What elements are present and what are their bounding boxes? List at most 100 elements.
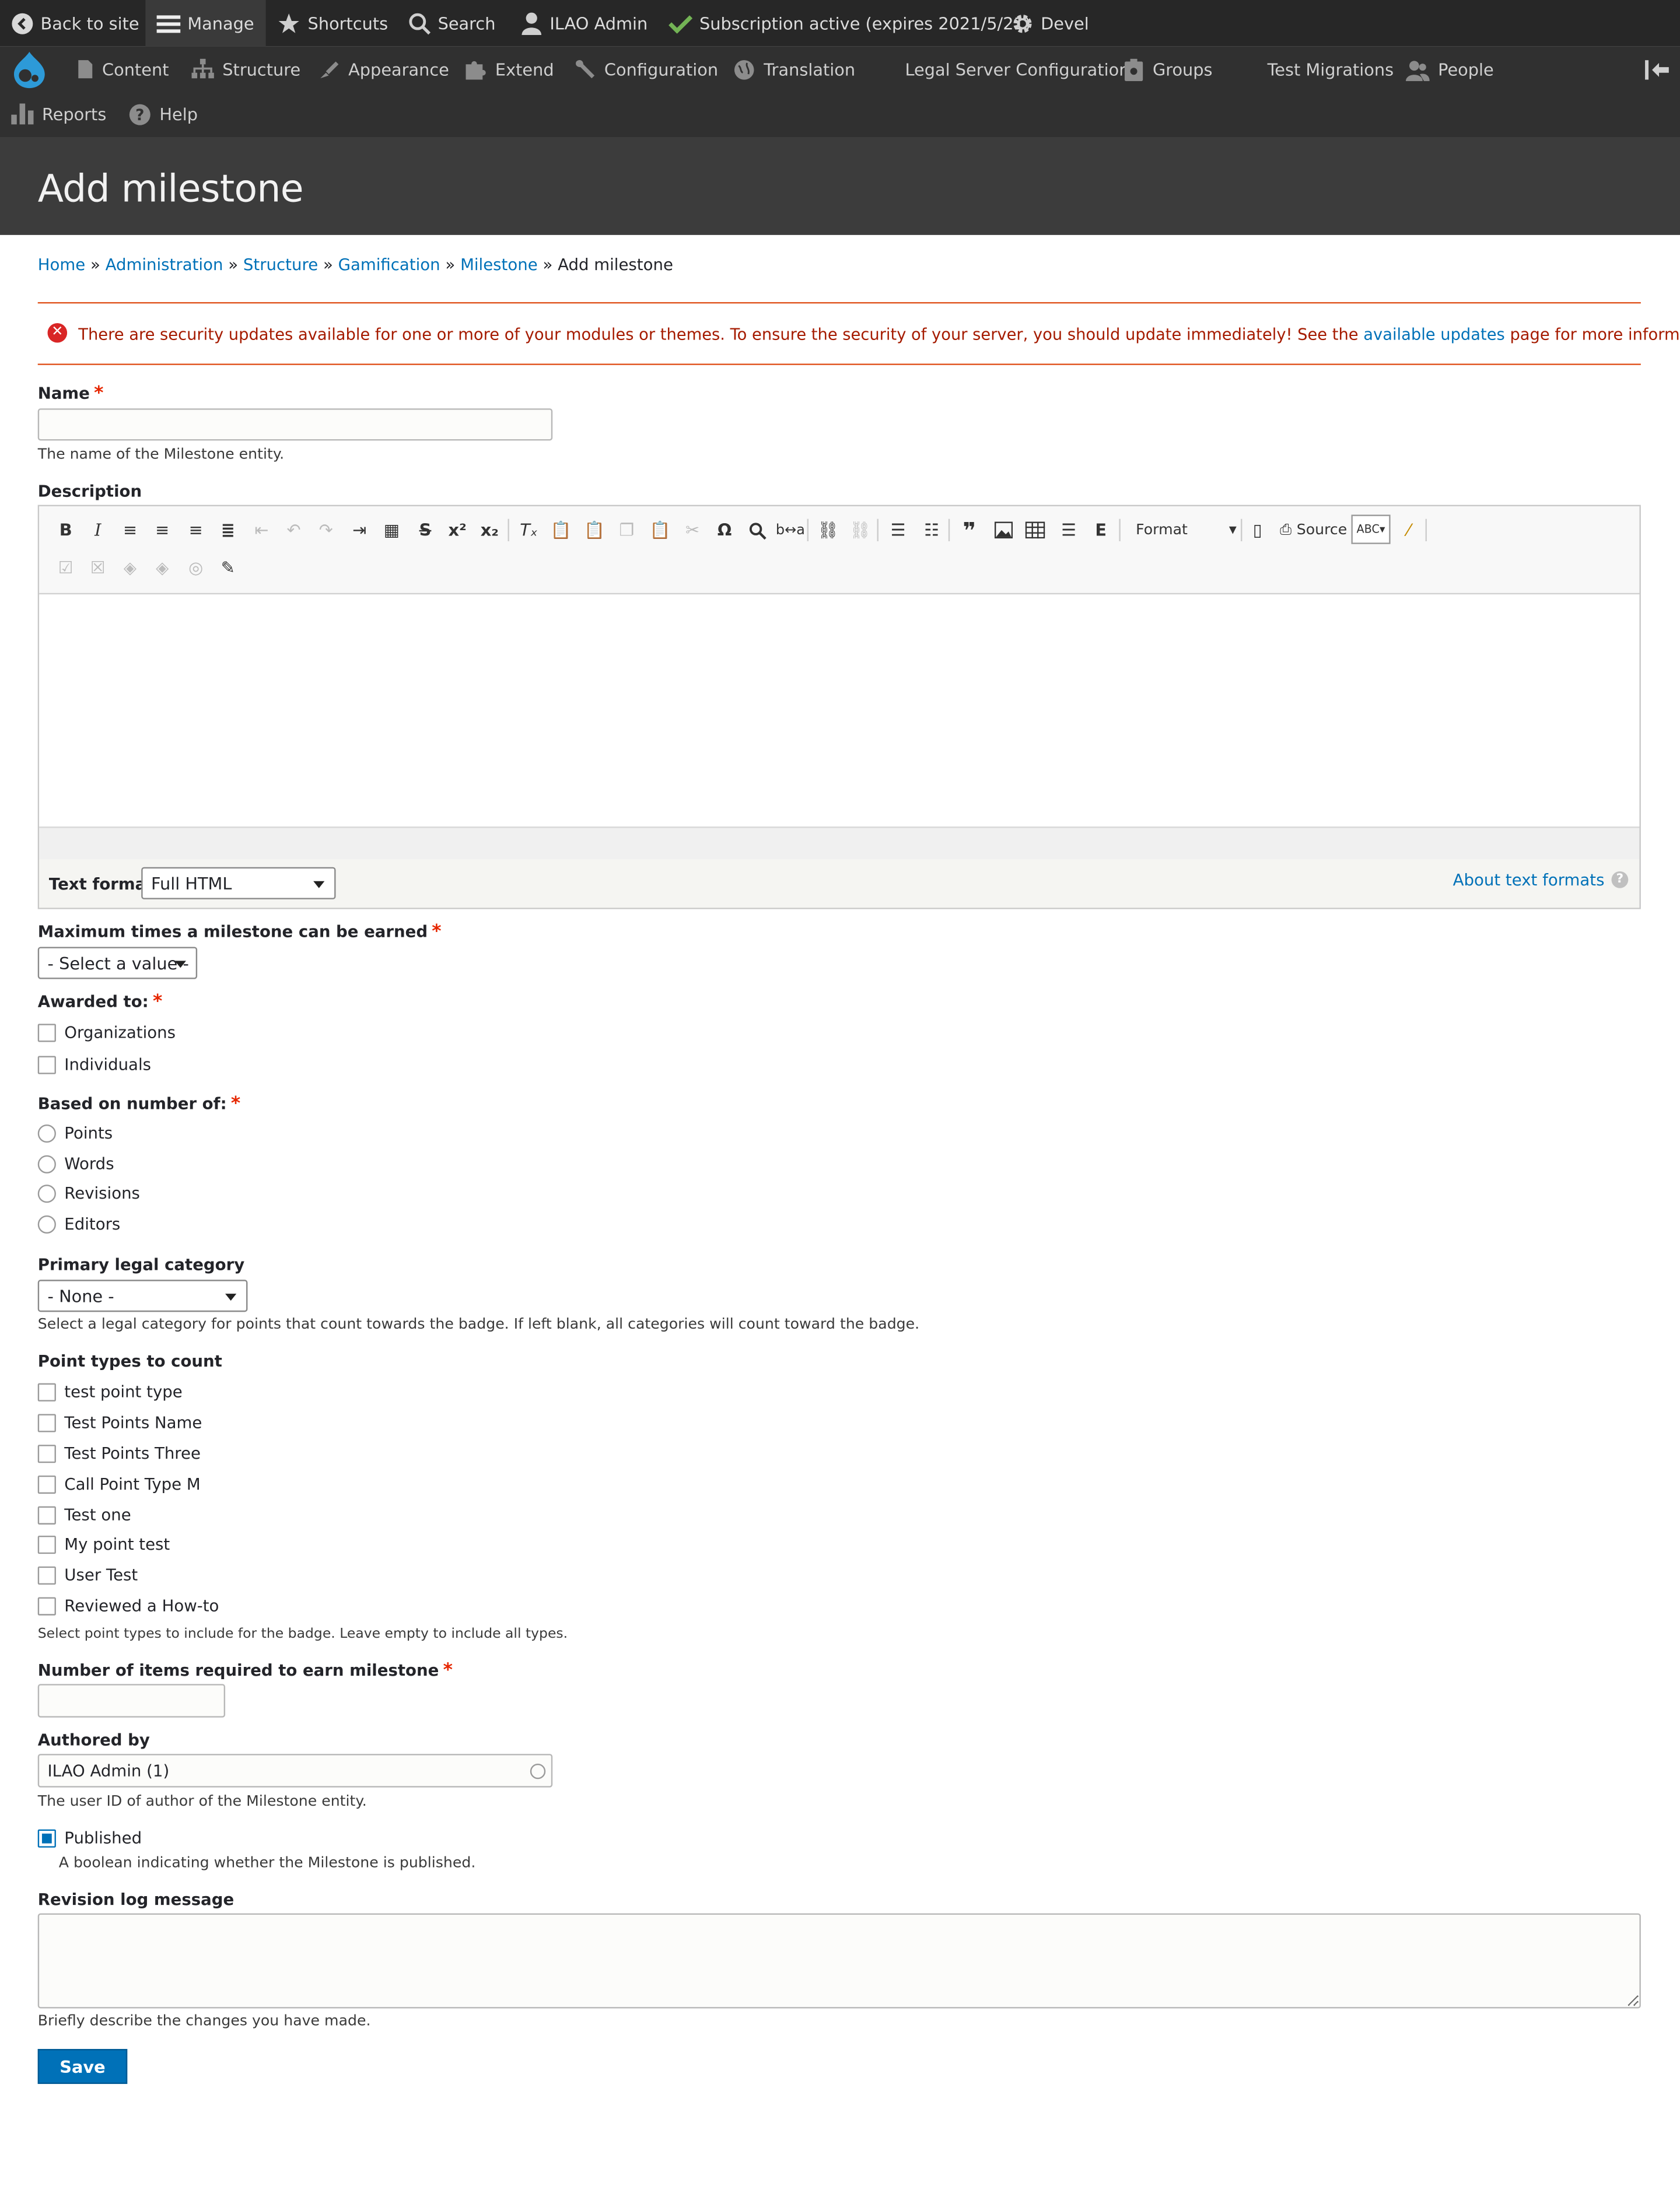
align-center-button[interactable]: ≡	[117, 517, 142, 542]
tray-item-groups[interactable]: Groups	[1124, 46, 1213, 92]
replace-button[interactable]: b↔a	[776, 517, 805, 542]
tray-item-test-migrations[interactable]: Test Migrations	[1268, 46, 1394, 92]
numbered-list-button[interactable]: ☷	[919, 517, 944, 542]
source-button[interactable]: ⎙ Source	[1280, 517, 1347, 542]
unlink-icon[interactable]: ⛓	[848, 517, 873, 542]
align-left-button[interactable]: ≡	[150, 517, 175, 542]
point-type-option[interactable]: Test Points Three	[37, 1444, 201, 1463]
search-tab[interactable]: Search	[408, 0, 495, 46]
about-text-formats-link[interactable]: About text formats	[1453, 870, 1605, 890]
cut-button[interactable]: ✂	[680, 517, 705, 542]
radio[interactable]	[37, 1154, 56, 1173]
checkbox[interactable]	[37, 1382, 56, 1401]
checkbox[interactable]	[37, 1474, 56, 1493]
shortcuts-tab[interactable]: Shortcuts	[277, 0, 388, 46]
user-tab[interactable]: ILAO Admin	[520, 0, 648, 46]
breadcrumb-home[interactable]: Home	[38, 254, 85, 274]
bold-button[interactable]: B	[53, 517, 78, 542]
link-icon[interactable]: ⛓	[816, 517, 841, 542]
paste-text-button[interactable]: 📋	[582, 517, 607, 542]
tray-item-appearance[interactable]: Appearance	[317, 46, 449, 92]
special-char-button[interactable]: Ω	[712, 517, 737, 542]
format-dropdown[interactable]: Format ▼	[1136, 517, 1237, 542]
tray-item-help[interactable]: ? Help	[129, 91, 198, 137]
radio[interactable]	[37, 1123, 56, 1142]
subscript-button[interactable]: x₂	[477, 517, 502, 542]
items-required-input[interactable]	[37, 1684, 226, 1718]
based-option-revisions[interactable]: Revisions	[37, 1183, 140, 1203]
available-updates-link[interactable]: available updates	[1363, 324, 1504, 344]
show-blocks-button[interactable]: ▯	[1245, 517, 1270, 542]
point-type-option[interactable]: Reviewed a How-to	[37, 1596, 219, 1616]
align-right-button[interactable]: ≡	[183, 517, 208, 542]
checkbox[interactable]	[37, 1055, 56, 1074]
toggle-orientation-button[interactable]	[1645, 59, 1670, 86]
point-type-option[interactable]: Test one	[37, 1505, 131, 1525]
published-option[interactable]: Published	[37, 1828, 142, 1848]
italic-button[interactable]: I	[85, 517, 110, 542]
reject-all-icon[interactable]: ◈	[150, 555, 175, 580]
magic-wand-icon[interactable]: ⁄	[1396, 517, 1421, 542]
editor-content-area[interactable]	[39, 594, 1640, 827]
revision-log-textarea[interactable]	[37, 1913, 1641, 2009]
paste-word-button[interactable]: 📋	[648, 517, 673, 542]
justify-button[interactable]: ≣	[215, 517, 240, 542]
page-break-button[interactable]: ▦	[379, 517, 404, 542]
checkbox[interactable]	[37, 1413, 56, 1432]
tray-item-structure[interactable]: Structure	[191, 46, 300, 92]
edit-tracking-icon[interactable]: ✎	[215, 555, 240, 580]
checkbox[interactable]	[37, 1505, 56, 1524]
drupal-logo[interactable]	[11, 50, 47, 95]
save-button[interactable]: Save	[37, 2049, 128, 2085]
point-type-option[interactable]: test point type	[37, 1382, 183, 1402]
max-times-select[interactable]: - Select a value -	[37, 947, 198, 979]
tray-item-legal-server-configuration[interactable]: Legal Server Configuration	[905, 46, 1130, 92]
toggle-tracking-icon[interactable]: ◎	[183, 555, 208, 580]
horizontal-rule-button[interactable]: ☰	[1056, 517, 1081, 542]
breadcrumb-administration[interactable]: Administration	[106, 254, 223, 274]
checkbox[interactable]	[37, 1535, 56, 1553]
table-icon[interactable]	[1023, 517, 1048, 542]
about-text-formats[interactable]: About text formats ?	[1453, 870, 1629, 890]
checkbox[interactable]	[37, 1565, 56, 1584]
outdent-button[interactable]: ⇤	[249, 517, 274, 542]
radio[interactable]	[37, 1183, 56, 1203]
indent-button[interactable]: ⇥	[347, 517, 372, 542]
manage-tab[interactable]: Manage	[145, 0, 266, 47]
devel-tab[interactable]: Devel	[1012, 0, 1089, 46]
blockquote-button[interactable]: ❞	[957, 517, 982, 544]
checkbox[interactable]	[37, 1596, 56, 1615]
name-input[interactable]	[37, 408, 553, 441]
tray-item-reports[interactable]: Reports	[11, 91, 106, 137]
breadcrumb-gamification[interactable]: Gamification	[338, 254, 440, 274]
strikethrough-button[interactable]: S	[412, 517, 438, 542]
redo-button[interactable]: ↷	[313, 517, 338, 542]
undo-button[interactable]: ↶	[281, 517, 306, 542]
entity-embed-button[interactable]: E	[1088, 517, 1114, 542]
tray-item-configuration[interactable]: Configuration	[573, 46, 718, 92]
remove-format-button[interactable]: Tₓ	[516, 517, 541, 542]
text-format-select[interactable]: Full HTML	[141, 867, 336, 899]
paste-button[interactable]: 📋	[548, 517, 573, 542]
back-to-site-link[interactable]: Back to site	[11, 0, 139, 46]
published-checkbox[interactable]	[37, 1828, 56, 1847]
breadcrumb-structure[interactable]: Structure	[243, 254, 318, 274]
point-type-option[interactable]: User Test	[37, 1565, 138, 1585]
copy-button[interactable]: ❐	[614, 517, 639, 542]
superscript-button[interactable]: x²	[445, 517, 470, 542]
find-icon[interactable]	[744, 517, 769, 542]
checkbox[interactable]	[37, 1444, 56, 1463]
bulleted-list-button[interactable]: ☰	[886, 517, 911, 542]
spellcheck-button[interactable]: ABC▾	[1351, 514, 1391, 544]
radio[interactable]	[37, 1214, 56, 1233]
based-option-editors[interactable]: Editors	[37, 1214, 120, 1234]
image-icon[interactable]	[991, 517, 1016, 542]
awarded-option-organizations[interactable]: Organizations	[37, 1022, 176, 1042]
authored-by-input[interactable]: ILAO Admin (1)	[37, 1754, 553, 1788]
tray-item-people[interactable]: People	[1405, 46, 1494, 92]
tray-item-extend[interactable]: Extend	[464, 46, 554, 92]
checkbox[interactable]	[37, 1023, 56, 1042]
accept-all-icon[interactable]: ◈	[117, 555, 142, 580]
point-type-option[interactable]: Test Points Name	[37, 1413, 202, 1432]
based-option-points[interactable]: Points	[37, 1123, 113, 1143]
